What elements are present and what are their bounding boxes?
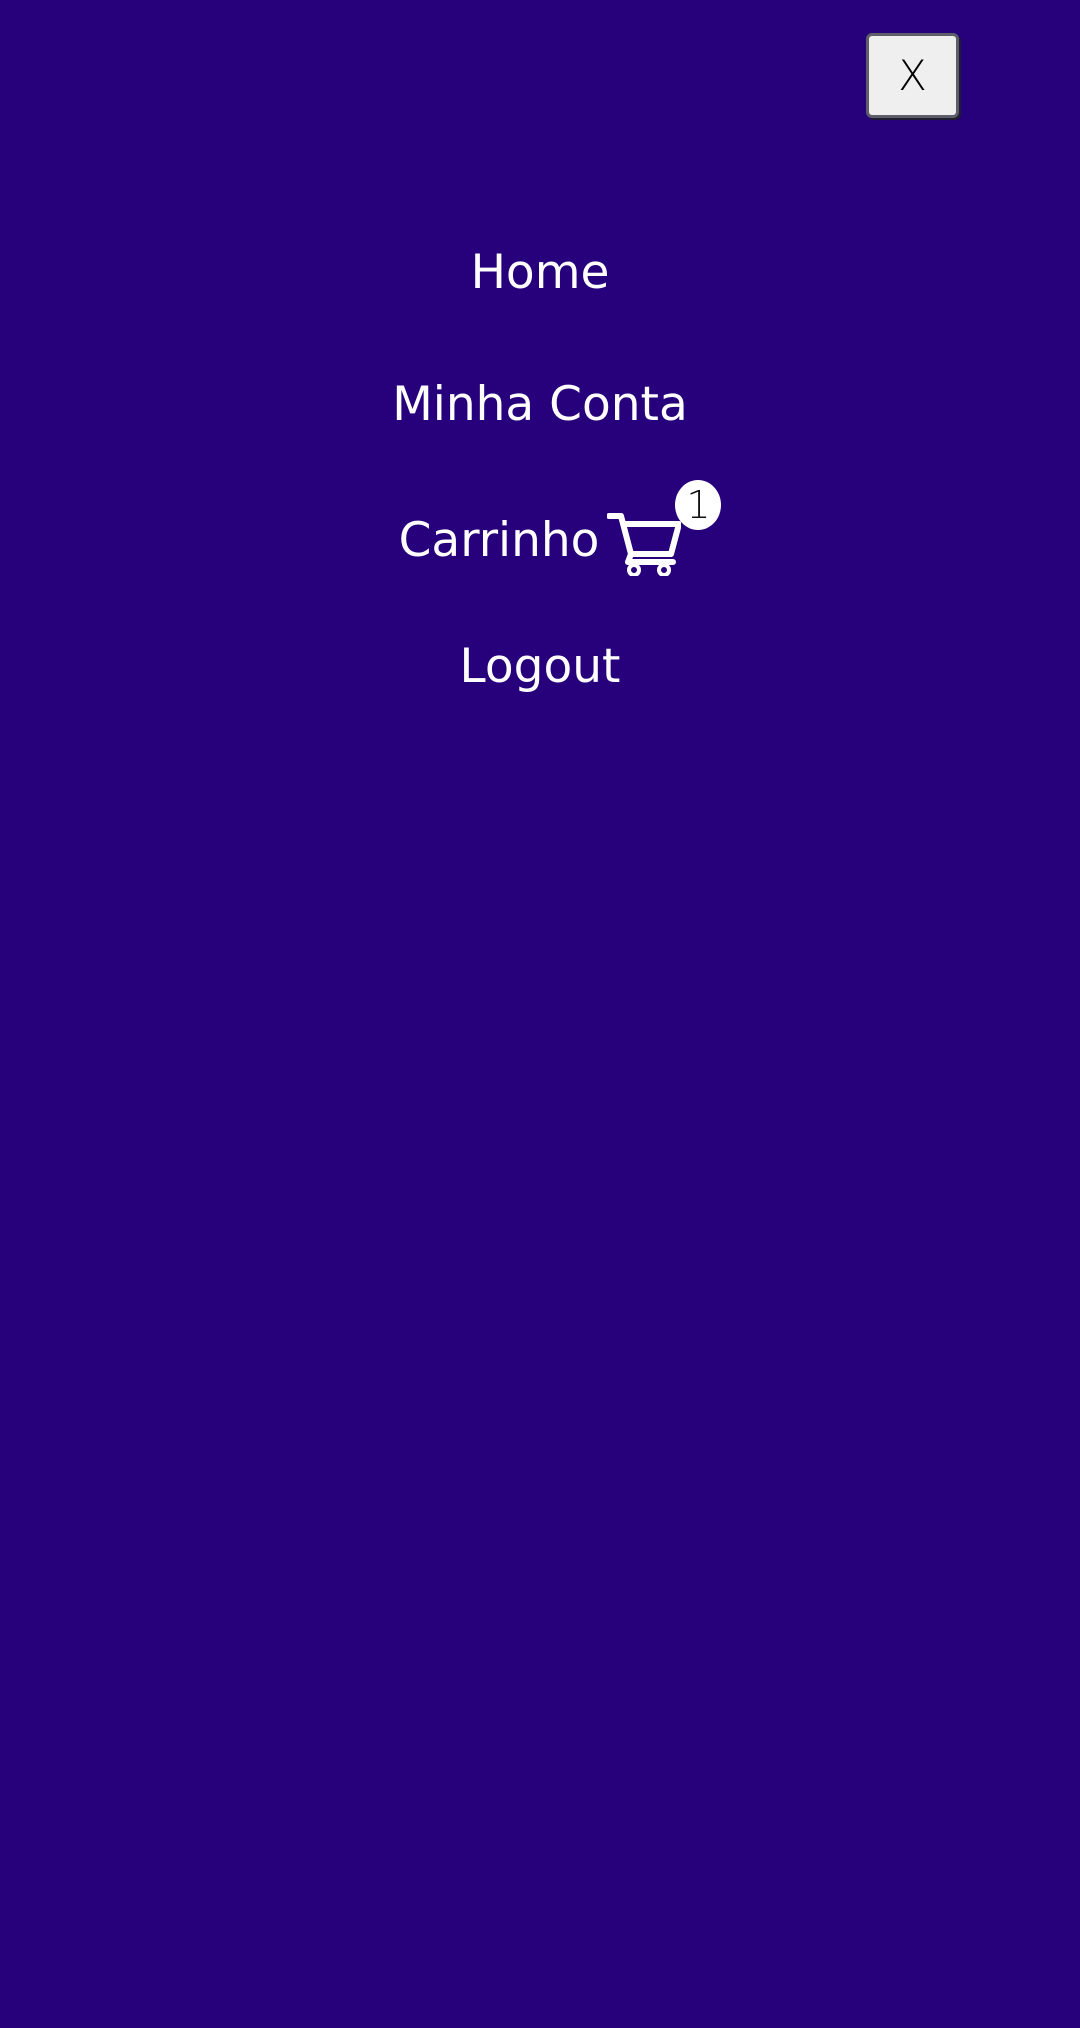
close-button[interactable]: X [866, 33, 959, 118]
mobile-menu-overlay: X Home Minha Conta Carrinho 1 Logout [0, 0, 1080, 2028]
cart-icon: 1 [607, 480, 722, 576]
menu-item-logout-label: Logout [459, 639, 621, 694]
menu-item-home[interactable]: Home [0, 243, 1080, 303]
menu-item-account[interactable]: Minha Conta [0, 375, 1080, 435]
menu-item-cart-label: Carrinho [398, 513, 600, 568]
menu-item-logout[interactable]: Logout [0, 637, 1080, 697]
menu-item-account-label: Minha Conta [392, 377, 688, 432]
cart-link[interactable]: Carrinho 1 [398, 480, 722, 576]
menu-item-cart[interactable]: Carrinho 1 [0, 480, 1080, 576]
cart-count-badge: 1 [675, 480, 722, 530]
menu-item-home-label: Home [470, 245, 610, 300]
